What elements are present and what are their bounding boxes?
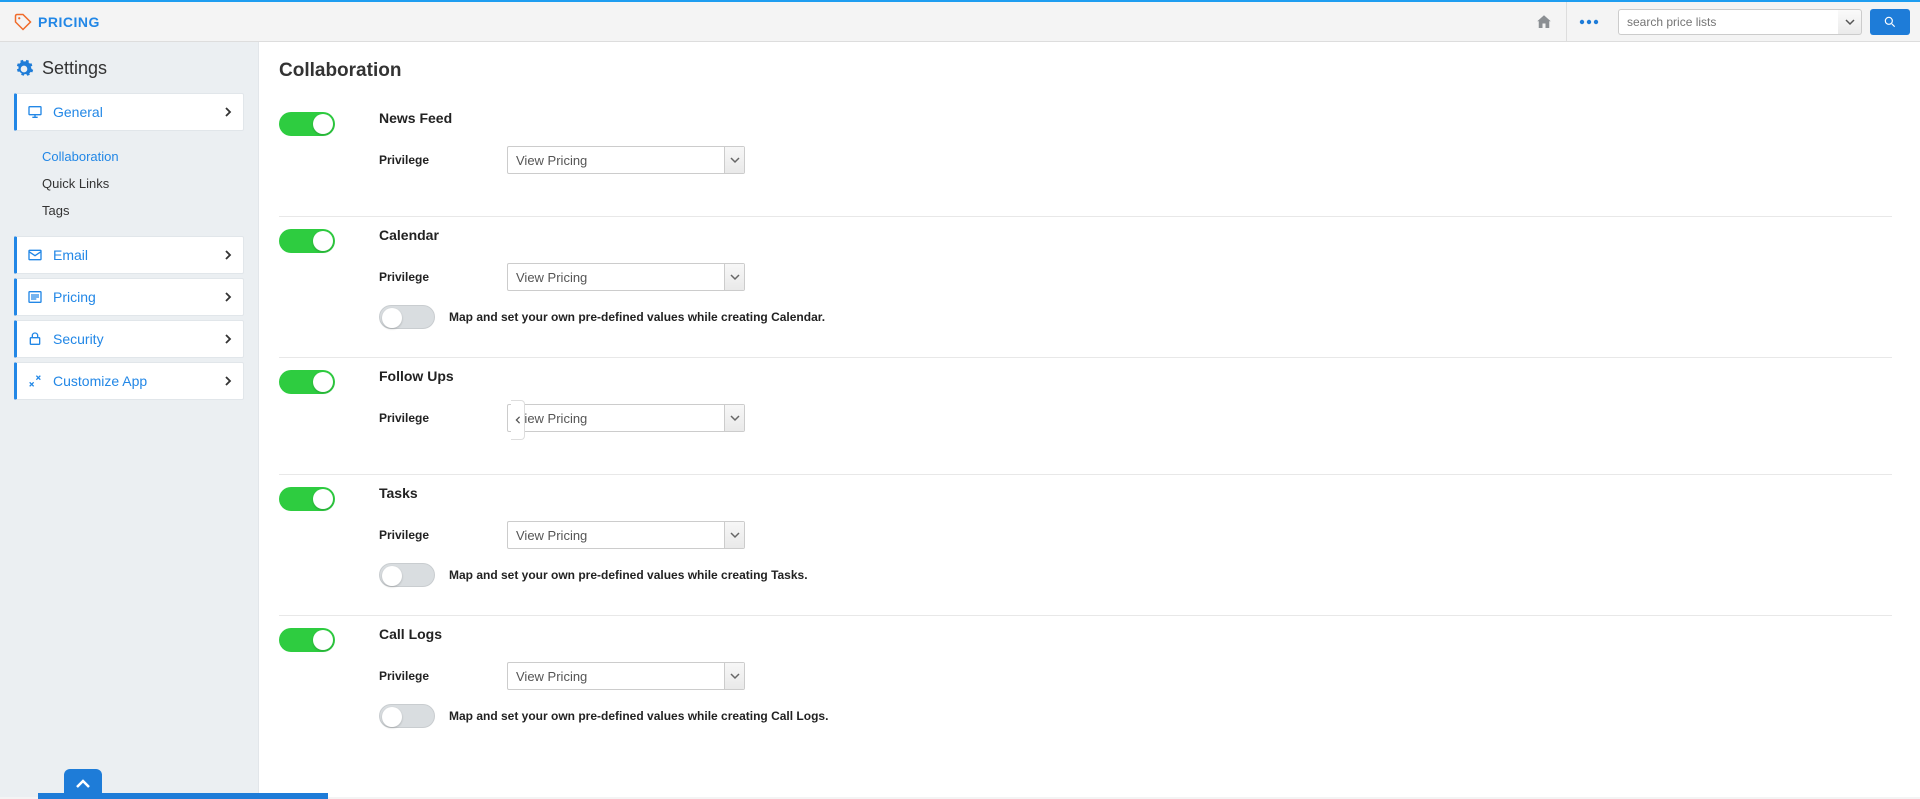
section-enable-toggle[interactable] xyxy=(279,112,335,136)
subnav-quick-links[interactable]: Quick Links xyxy=(42,170,244,197)
mail-icon xyxy=(27,247,43,263)
chevron-right-icon xyxy=(223,107,233,117)
lock-icon xyxy=(27,331,43,347)
page-title: Collaboration xyxy=(279,60,1892,82)
search-scope-dropdown[interactable] xyxy=(1838,9,1862,35)
privilege-value: View Pricing xyxy=(508,147,724,173)
subnav-tags[interactable]: Tags xyxy=(42,197,244,224)
brand-text: PRICING xyxy=(38,14,100,30)
section-title: News Feed xyxy=(379,110,1892,126)
search-button[interactable] xyxy=(1870,9,1910,35)
map-values-note: Map and set your own pre-defined values … xyxy=(449,568,808,582)
subnav-collaboration[interactable]: Collaboration xyxy=(42,143,244,170)
settings-sidebar: Settings General Collaboration Quick Lin… xyxy=(0,42,258,797)
monitor-icon xyxy=(27,104,43,120)
sidebar-title: Settings xyxy=(14,58,244,79)
nav-pricing[interactable]: Pricing xyxy=(14,278,244,316)
map-values-toggle[interactable] xyxy=(379,563,435,587)
chevron-right-icon xyxy=(223,250,233,260)
brand: PRICING xyxy=(14,13,100,31)
map-values-toggle[interactable] xyxy=(379,305,435,329)
privilege-value: View Pricing xyxy=(508,663,724,689)
home-button[interactable] xyxy=(1522,2,1566,42)
privilege-value: View Pricing xyxy=(508,522,724,548)
privilege-select[interactable]: View Pricing xyxy=(507,521,745,549)
pricing-tag-icon xyxy=(14,13,32,31)
settings-section: Calendar PrivilegeView Pricing Map and set… xyxy=(279,217,1892,358)
chevron-down-icon xyxy=(724,264,744,290)
privilege-select[interactable]: View Pricing xyxy=(507,263,745,291)
section-enable-toggle[interactable] xyxy=(279,229,335,253)
chevron-down-icon xyxy=(724,147,744,173)
map-values-toggle[interactable] xyxy=(379,704,435,728)
map-values-note: Map and set your own pre-defined values … xyxy=(449,709,828,723)
privilege-select[interactable]: View Pricing xyxy=(507,404,745,432)
nav-email[interactable]: Email xyxy=(14,236,244,274)
list-icon xyxy=(27,289,43,305)
nav-security[interactable]: Security xyxy=(14,320,244,358)
settings-section: News Feed PrivilegeView Pricing xyxy=(279,100,1892,217)
section-enable-toggle[interactable] xyxy=(279,487,335,511)
privilege-value: View Pricing xyxy=(508,264,724,290)
section-title: Call Logs xyxy=(379,626,1892,642)
section-enable-toggle[interactable] xyxy=(279,628,335,652)
section-enable-toggle[interactable] xyxy=(279,370,335,394)
chevron-down-icon xyxy=(724,405,744,431)
collapse-sidebar-handle[interactable] xyxy=(511,400,525,440)
section-title: Calendar xyxy=(379,227,1892,243)
more-button[interactable] xyxy=(1566,2,1610,42)
map-values-note: Map and set your own pre-defined values … xyxy=(449,310,825,324)
chevron-down-icon xyxy=(724,663,744,689)
privilege-select[interactable]: View Pricing xyxy=(507,662,745,690)
section-title: Tasks xyxy=(379,485,1892,501)
privilege-label: Privilege xyxy=(379,153,507,167)
tools-icon xyxy=(27,373,43,389)
privilege-value: View Pricing xyxy=(508,405,724,431)
privilege-select[interactable]: View Pricing xyxy=(507,146,745,174)
chevron-right-icon xyxy=(223,334,233,344)
nav-customize-app[interactable]: Customize App xyxy=(14,362,244,400)
settings-section: Call Logs PrivilegeView Pricing Map and se… xyxy=(279,616,1892,756)
privilege-label: Privilege xyxy=(379,528,507,542)
privilege-label: Privilege xyxy=(379,411,507,425)
chevron-right-icon xyxy=(223,376,233,386)
chevron-down-icon xyxy=(724,522,744,548)
privilege-label: Privilege xyxy=(379,270,507,284)
section-title: Follow Ups xyxy=(379,368,1892,384)
privilege-label: Privilege xyxy=(379,669,507,683)
search-input[interactable] xyxy=(1618,9,1838,35)
nav-general-submenu: Collaboration Quick Links Tags xyxy=(14,135,244,236)
nav-general[interactable]: General xyxy=(14,93,244,131)
settings-section: Tasks PrivilegeView Pricing Map and set yo… xyxy=(279,475,1892,616)
scroll-top-button[interactable] xyxy=(64,769,102,799)
header-actions xyxy=(1522,2,1910,42)
gear-icon xyxy=(14,59,34,79)
app-header: PRICING xyxy=(0,2,1920,42)
main-content: Collaboration News FeedPrivilegeView Pri… xyxy=(258,42,1920,797)
chevron-right-icon xyxy=(223,292,233,302)
